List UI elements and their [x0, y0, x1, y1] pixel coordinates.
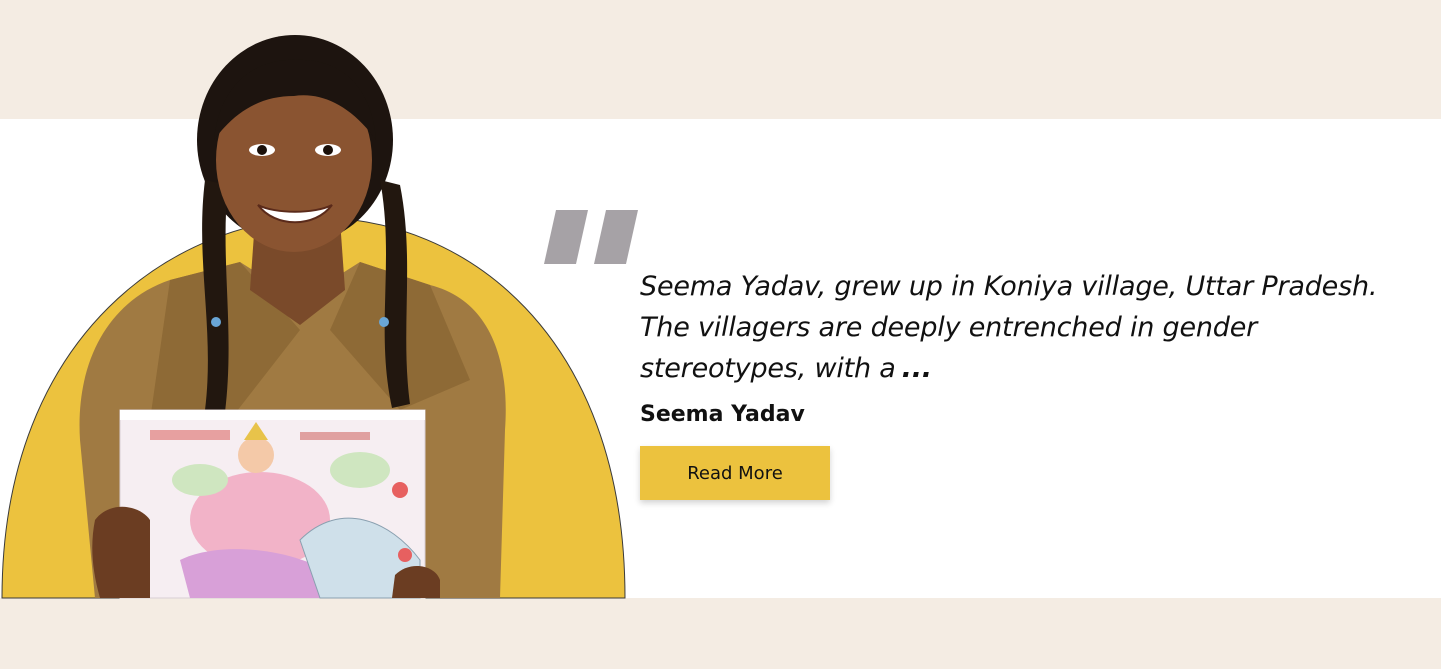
testimonial-quote-text: Seema Yadav, grew up in Koniya village, … [640, 271, 1378, 384]
read-more-button[interactable]: Read More [640, 446, 830, 500]
student-portrait [1, 35, 626, 599]
testimonial-author: Seema Yadav [640, 402, 805, 427]
testimonial-quote: Seema Yadav, grew up in Koniya village, … [640, 266, 1420, 389]
bottom-band [0, 598, 1441, 669]
truncation-ellipsis: ... [901, 353, 932, 384]
quote-mark-icon [544, 210, 638, 264]
